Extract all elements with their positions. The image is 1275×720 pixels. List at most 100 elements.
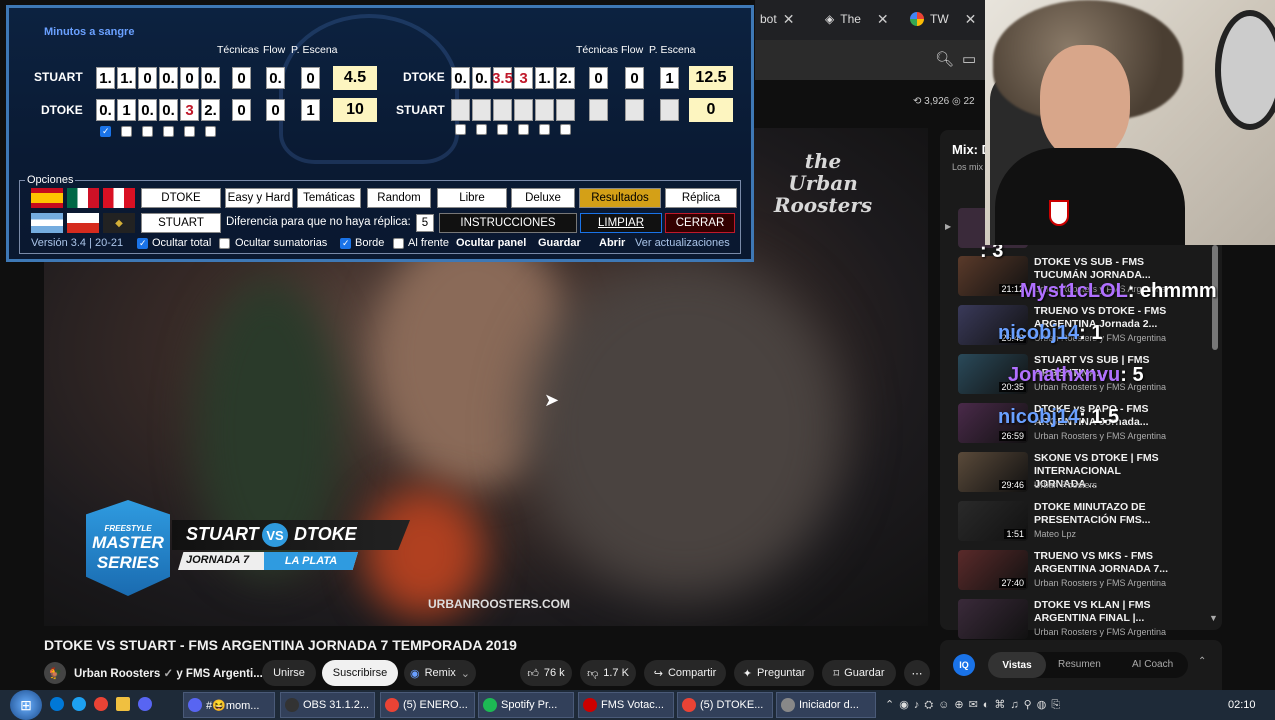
ver-actualizaciones-link[interactable]: Ver actualizaciones xyxy=(635,237,730,249)
save-button[interactable]: ⌑ Guardar xyxy=(822,660,896,686)
score-cell[interactable]: 0 xyxy=(232,67,251,89)
video-channel[interactable]: Urban Roosters y FMS Argentina xyxy=(1034,627,1166,637)
row-checkbox[interactable] xyxy=(497,124,508,135)
dislike-button[interactable]: 👎︎ 1.7 K xyxy=(580,660,636,686)
taskbar-window[interactable]: FMS Votac... xyxy=(578,692,674,718)
system-tray[interactable]: ⌃◉♪⛭☺⊕✉◐⌘♫⚲◍⎘ xyxy=(885,698,1065,712)
row-checkbox[interactable] xyxy=(121,126,132,137)
score-cell[interactable]: 0 xyxy=(589,67,608,89)
channel-avatar[interactable]: 🐓 xyxy=(44,662,66,684)
score-cell[interactable]: 1 xyxy=(117,99,136,121)
tab-ai-coach[interactable]: AI Coach xyxy=(1132,659,1173,670)
score-cell[interactable]: 1. xyxy=(117,67,136,89)
score-cell[interactable]: 1 xyxy=(660,67,679,89)
close-icon[interactable]: ✕ xyxy=(965,11,977,28)
option-button[interactable]: Easy y Hard xyxy=(225,188,293,208)
score-cell[interactable]: 0. xyxy=(451,67,470,89)
sidebar-video-item[interactable]: 1:51 DTOKE MINUTAZO DE PRESENTACIÓN FMS..… xyxy=(958,501,1208,549)
score-cell[interactable]: 3 xyxy=(180,99,199,121)
browser-tab[interactable]: ◈ The ✕ xyxy=(825,0,889,38)
diff-input[interactable]: 5 xyxy=(416,214,434,232)
row-checkbox[interactable] xyxy=(539,124,550,135)
score-cell[interactable]: 1. xyxy=(96,67,115,89)
sidebar-video-item[interactable]: 27:40 TRUENO VS MKS - FMS ARGENTINA JORNA… xyxy=(958,550,1208,598)
mexico-flag-icon[interactable] xyxy=(67,188,99,208)
tab-resumen[interactable]: Resumen xyxy=(1058,659,1101,670)
row-checkbox[interactable] xyxy=(518,124,529,135)
close-icon[interactable]: ✕ xyxy=(783,11,795,28)
score-cell[interactable] xyxy=(472,99,491,121)
score-cell[interactable]: 0 xyxy=(138,67,157,89)
score-cell[interactable]: 0 xyxy=(232,99,251,121)
taskbar-window[interactable]: Iniciador d... xyxy=(776,692,876,718)
like-button[interactable]: 👍︎ 76 k xyxy=(520,660,572,686)
video-title[interactable]: DTOKE VS KLAN | FMS ARGENTINA FINAL |... xyxy=(1034,599,1174,625)
player2-name-button[interactable]: STUART xyxy=(141,213,221,233)
join-button[interactable]: Unirse xyxy=(262,660,316,686)
score-cell[interactable]: 3.5 xyxy=(492,67,513,89)
cast-icon[interactable]: ▭ xyxy=(962,50,976,68)
score-cell[interactable]: 2. xyxy=(201,99,220,121)
option-button[interactable]: Réplica xyxy=(665,188,737,208)
row-checkbox[interactable] xyxy=(205,126,216,137)
guardar-link[interactable]: Guardar xyxy=(538,237,581,249)
video-thumbnail[interactable]: 27:40 xyxy=(958,550,1028,590)
argentina-flag-icon[interactable] xyxy=(31,213,63,233)
abrir-link[interactable]: Abrir xyxy=(599,237,625,249)
score-cell[interactable]: 0. xyxy=(472,67,491,89)
tab-vistas[interactable]: Vistas xyxy=(988,652,1046,678)
score-cell[interactable] xyxy=(493,99,512,121)
scroll-down-icon[interactable]: ▼ xyxy=(1209,613,1218,623)
score-cell[interactable] xyxy=(660,99,679,121)
spain-flag-icon[interactable] xyxy=(31,188,63,208)
share-button[interactable]: ↪ Compartir xyxy=(644,660,726,686)
subscribe-button[interactable]: Suscribirse xyxy=(322,660,398,686)
taskbar-window[interactable]: OBS 31.1.2... xyxy=(280,692,375,718)
score-cell[interactable]: 0. xyxy=(159,99,178,121)
row-checkbox[interactable] xyxy=(184,126,195,137)
row-checkbox[interactable] xyxy=(163,126,174,137)
instrucciones-button[interactable]: INSTRUCCIONES xyxy=(439,213,577,233)
chile-flag-icon[interactable] xyxy=(67,213,99,233)
taskbar-window[interactable]: #😆mom... xyxy=(183,692,275,718)
video-thumbnail[interactable] xyxy=(958,599,1028,639)
row-checkbox[interactable] xyxy=(455,124,466,135)
folder-icon[interactable] xyxy=(116,697,130,711)
score-cell[interactable]: 0. xyxy=(201,67,220,89)
ocultar-panel-link[interactable]: Ocultar panel xyxy=(456,237,526,249)
score-cell[interactable]: 0 xyxy=(301,67,320,89)
ocultar-total-checkbox[interactable] xyxy=(137,238,148,249)
cerrar-button[interactable]: CERRAR xyxy=(665,213,735,233)
taskbar-window[interactable]: (5) ENERO... xyxy=(380,692,475,718)
peru-flag-icon[interactable] xyxy=(103,188,135,208)
video-thumbnail[interactable]: 29:46 xyxy=(958,452,1028,492)
score-cell[interactable]: 1 xyxy=(301,99,320,121)
score-cell[interactable] xyxy=(451,99,470,121)
video-title[interactable]: TRUENO VS MKS - FMS ARGENTINA JORNADA 7.… xyxy=(1034,550,1174,576)
fms-international-icon[interactable]: ◆ xyxy=(103,213,135,233)
ask-button[interactable]: ✦ Preguntar xyxy=(734,660,814,686)
option-button[interactable]: Resultados xyxy=(579,188,661,208)
taskbar-window[interactable]: Spotify Pr... xyxy=(478,692,574,718)
row-checkbox[interactable] xyxy=(100,126,111,137)
video-title[interactable]: DTOKE VS SUB - FMS TUCUMÁN JORNADA... xyxy=(1034,256,1174,282)
close-icon[interactable]: ✕ xyxy=(877,11,889,28)
browser-tab[interactable]: bot ✕ xyxy=(760,0,794,38)
al-frente-checkbox[interactable] xyxy=(393,238,404,249)
ocultar-sum-checkbox[interactable] xyxy=(219,238,230,249)
chevron-up-icon[interactable]: ⌃ xyxy=(1198,656,1206,667)
video-channel[interactable]: Urban Roosters y FMS Argentina xyxy=(1034,578,1166,588)
score-cell[interactable]: 0 xyxy=(266,99,285,121)
score-cell[interactable] xyxy=(535,99,554,121)
sidebar-video-item[interactable]: 29:46 SKONE VS DTOKE | FMS INTERNACIONAL … xyxy=(958,452,1208,500)
borde-checkbox[interactable] xyxy=(340,238,351,249)
start-button[interactable]: ⊞ xyxy=(10,690,42,720)
taskbar-window[interactable]: (5) DTOKE... xyxy=(677,692,773,718)
zoom-icon[interactable]: 🔍︎ xyxy=(935,50,954,68)
score-cell[interactable]: 1. xyxy=(535,67,554,89)
limpiar-button[interactable]: LIMPIAR xyxy=(580,213,662,233)
score-cell[interactable]: 0. xyxy=(159,67,178,89)
option-button[interactable]: Random xyxy=(367,188,431,208)
option-button[interactable]: Libre xyxy=(437,188,507,208)
remix-button[interactable]: ◉ Remix ⌄ xyxy=(404,660,476,686)
